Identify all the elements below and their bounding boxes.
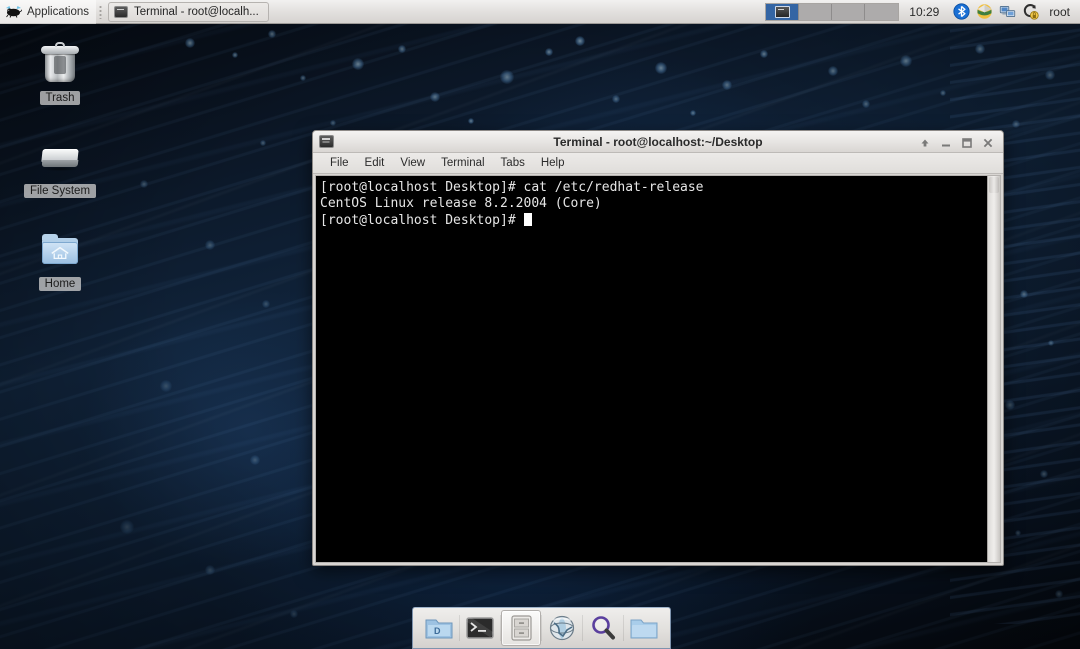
clock[interactable]: 10:29	[909, 5, 939, 19]
workspace-1[interactable]	[766, 4, 799, 20]
terminal-screen[interactable]: [root@localhost Desktop]# cat /etc/redha…	[315, 175, 1001, 563]
software-update-icon[interactable]	[1022, 3, 1039, 20]
file-cabinet-icon	[506, 614, 536, 642]
desktop-icon-label: Home	[39, 277, 82, 291]
minimize-button[interactable]	[940, 136, 952, 148]
applications-menu-label: Applications	[27, 6, 89, 18]
package-manager-icon[interactable]	[976, 3, 993, 20]
web-browser-launcher[interactable]	[542, 610, 582, 646]
terminal-titlebar[interactable]: Terminal - root@localhost:~/Desktop	[313, 131, 1003, 153]
folder-icon	[629, 614, 659, 642]
terminal-title: Terminal - root@localhost:~/Desktop	[313, 135, 1003, 149]
terminal-output[interactable]: [root@localhost Desktop]# cat /etc/redha…	[316, 176, 987, 562]
username-label[interactable]: root	[1049, 5, 1070, 19]
menu-edit[interactable]: Edit	[357, 155, 393, 171]
terminal-window: Terminal - root@localhost:~/Desktop	[312, 130, 1004, 566]
terminal-line: [root@localhost Desktop]#	[320, 213, 524, 228]
top-panel: Applications Terminal - root@localh... 1…	[0, 0, 1080, 24]
magnifier-icon	[588, 614, 618, 642]
harddrive-icon	[37, 135, 83, 179]
menu-view[interactable]: View	[392, 155, 433, 171]
terminal-icon	[465, 614, 495, 642]
desktop-screen: Applications Terminal - root@localh... 1…	[0, 0, 1080, 649]
mouse-icon	[5, 5, 22, 18]
desktop-icon-file-system[interactable]: File System	[14, 135, 106, 198]
svg-text:D: D	[434, 626, 441, 636]
workspace-2[interactable]	[799, 4, 832, 20]
taskbar-item-label: Terminal - root@localh...	[134, 6, 259, 18]
network-icon[interactable]	[999, 3, 1016, 20]
menu-help[interactable]: Help	[533, 155, 573, 171]
menu-tabs[interactable]: Tabs	[493, 155, 533, 171]
terminal-scrollbar[interactable]	[987, 176, 1000, 562]
workspace-window-thumbnail	[775, 6, 790, 18]
globe-icon	[547, 614, 577, 642]
bluetooth-icon[interactable]	[953, 3, 970, 20]
search-launcher[interactable]	[583, 610, 623, 646]
applications-menu-button[interactable]: Applications	[0, 0, 96, 24]
show-desktop-button[interactable]: D	[419, 610, 459, 646]
home-folder-icon	[37, 228, 83, 272]
folder-launcher[interactable]	[624, 610, 664, 646]
shade-button[interactable]	[919, 136, 931, 148]
desktop-icon-trash[interactable]: Trash	[14, 42, 106, 105]
file-manager-launcher[interactable]	[501, 610, 541, 646]
desktop-icon-label: File System	[24, 184, 96, 198]
panel-separator	[99, 5, 102, 19]
terminal-menubar: File Edit View Terminal Tabs Help	[313, 153, 1003, 174]
terminal-line: CentOS Linux release 8.2.2004 (Core)	[320, 196, 602, 211]
terminal-launcher[interactable]	[460, 610, 500, 646]
workspace-switcher[interactable]	[765, 3, 899, 21]
trash-icon	[37, 42, 83, 86]
workspace-4[interactable]	[865, 4, 898, 20]
workspace-3[interactable]	[832, 4, 865, 20]
scrollbar-thumb[interactable]	[989, 177, 999, 193]
taskbar-item-terminal[interactable]: Terminal - root@localh...	[108, 2, 269, 22]
menu-terminal[interactable]: Terminal	[433, 155, 492, 171]
terminal-icon	[319, 135, 334, 148]
desktop-icon-label: Trash	[40, 91, 81, 105]
terminal-icon	[114, 6, 128, 18]
system-tray	[953, 3, 1039, 20]
maximize-button[interactable]	[961, 136, 973, 148]
desktop-icon-home[interactable]: Home	[14, 228, 106, 291]
desktop-folder-icon: D	[424, 614, 454, 642]
close-button[interactable]	[982, 136, 994, 148]
terminal-line: [root@localhost Desktop]# cat /etc/redha…	[320, 180, 704, 195]
terminal-cursor	[524, 213, 532, 226]
window-controls	[919, 136, 1003, 148]
menu-file[interactable]: File	[322, 155, 357, 171]
dock-panel: D	[412, 607, 671, 649]
